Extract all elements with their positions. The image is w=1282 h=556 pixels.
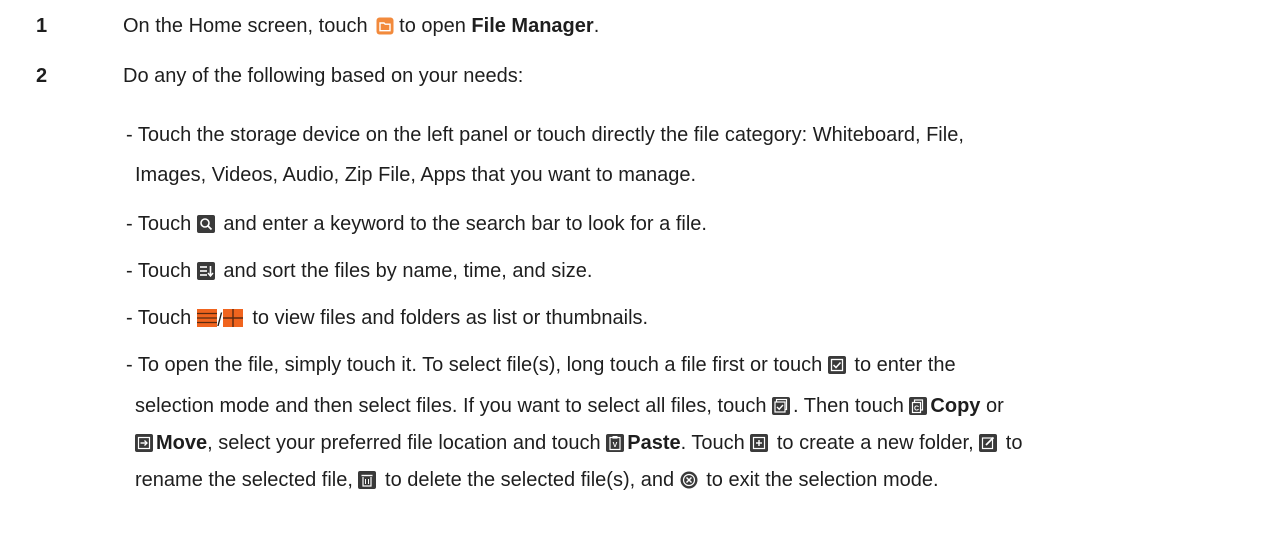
paste-icon: V <box>606 434 625 452</box>
sort-icon <box>196 262 215 280</box>
step-1: 1 On the Home screen, touch to open File… <box>0 12 1282 42</box>
bullet-search: - Touch and enter a keyword to the searc… <box>126 213 707 235</box>
rename-icon <box>979 434 998 452</box>
select-checkbox-icon <box>827 356 846 374</box>
bullet-storage-line-2: Images, Videos, Audio, Zip File, Apps th… <box>135 164 697 186</box>
file-manager-label: File Manager <box>471 15 594 37</box>
move-icon <box>135 434 153 452</box>
list-view-icon <box>196 309 217 327</box>
copy-icon: C <box>909 397 928 415</box>
bullet-view: - Touch / to view files and folders as l… <box>126 307 649 330</box>
new-folder-icon <box>750 434 769 452</box>
bullet-select-line-3: Move, select your preferred file locatio… <box>135 431 1022 455</box>
copy-label: Copy <box>930 395 981 417</box>
move-label: Move <box>156 432 208 454</box>
step-text: On the Home screen, touch to open File M… <box>123 15 600 37</box>
delete-icon <box>358 471 377 489</box>
step-number: 2 <box>36 65 48 87</box>
svg-text:V: V <box>613 442 618 449</box>
exit-selection-icon <box>680 471 698 489</box>
select-all-icon <box>772 397 791 415</box>
paste-label: Paste <box>627 432 681 454</box>
bullet-sort: - Touch and sort the files by name, time… <box>126 260 593 282</box>
bullet-select-line-4: rename the selected file, to delete the … <box>135 469 939 491</box>
bullet-storage-line-1: - Touch the storage device on the left p… <box>126 124 964 146</box>
svg-text:C: C <box>914 406 919 413</box>
step-number: 1 <box>36 15 48 37</box>
bullet-select-line-2: selection mode and then select files. If… <box>135 395 1004 417</box>
search-icon <box>196 215 215 233</box>
thumbnail-view-icon <box>222 309 243 327</box>
file-manager-icon <box>376 17 394 35</box>
step-2: 2 Do any of the following based on your … <box>0 62 1282 92</box>
bullet-select-line-1: - To open the file, simply touch it. To … <box>126 354 956 376</box>
step-text: Do any of the following based on your ne… <box>123 65 524 87</box>
